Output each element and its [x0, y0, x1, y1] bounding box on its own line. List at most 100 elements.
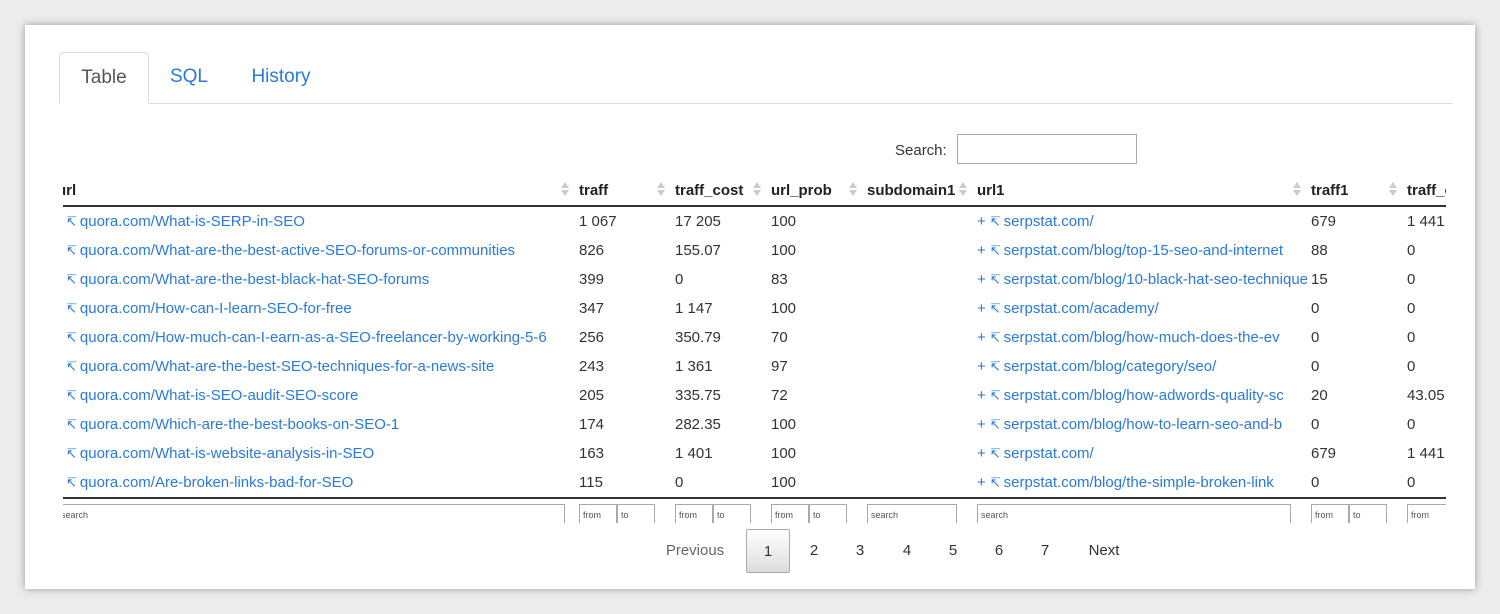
column-header-traff1[interactable]: traff1	[1307, 175, 1403, 207]
expand-plus-icon[interactable]: +	[977, 300, 986, 317]
cell-traff: 174	[575, 410, 671, 439]
url1-link[interactable]: serpstat.com/blog/top-15-seo-and-interne…	[1004, 242, 1283, 259]
expand-plus-icon[interactable]: +	[977, 474, 986, 491]
external-link-icon[interactable]: ↸	[66, 301, 77, 316]
external-link-icon[interactable]: ↸	[66, 417, 77, 432]
url-filter-input[interactable]	[63, 504, 565, 523]
url-link[interactable]: quora.com/What-is-SERP-in-SEO	[80, 213, 305, 230]
expand-plus-icon[interactable]: +	[977, 358, 986, 375]
external-link-icon[interactable]: ↸	[66, 330, 77, 345]
column-header-url[interactable]: url	[63, 175, 575, 207]
url-link[interactable]: quora.com/What-are-the-best-SEO-techniqu…	[80, 358, 494, 375]
url-link[interactable]: quora.com/What-are-the-best-active-SEO-f…	[80, 242, 515, 259]
tab-history[interactable]: History	[239, 52, 323, 103]
expand-plus-icon[interactable]: +	[977, 445, 986, 462]
external-link-icon[interactable]: ↸	[66, 475, 77, 490]
sort-icon[interactable]	[1293, 181, 1301, 199]
traff1-to-input[interactable]	[1349, 504, 1387, 523]
cell-value: 350.79	[675, 329, 721, 346]
url-prob-to-input[interactable]	[809, 504, 847, 523]
url1-link[interactable]: serpstat.com/academy/	[1004, 300, 1159, 317]
external-link-icon[interactable]: ↸	[990, 243, 1001, 258]
url-link[interactable]: quora.com/What-is-website-analysis-in-SE…	[80, 445, 374, 462]
table-row: ·↸quora.com/What-is-SERP-in-SEO1 067 17 2…	[63, 206, 1446, 236]
previous-page-button[interactable]: Previous	[653, 529, 737, 573]
page-button-1[interactable]: 1	[746, 529, 790, 573]
expand-plus-icon[interactable]: +	[977, 416, 986, 433]
traff1-from-input[interactable]	[1311, 504, 1349, 523]
cell-value: 205	[579, 387, 605, 404]
table-row: ·↸quora.com/What-are-the-best-active-SEO…	[63, 236, 1446, 265]
traff-from-input[interactable]	[579, 504, 617, 523]
sort-icon[interactable]	[1389, 181, 1397, 199]
expand-plus-icon[interactable]: +	[977, 242, 986, 259]
external-link-icon[interactable]: ↸	[66, 388, 77, 403]
expand-plus-icon[interactable]: +	[977, 271, 986, 288]
url-link[interactable]: quora.com/How-can-I-learn-SEO-for-free	[80, 300, 352, 317]
column-header-url1[interactable]: url1	[973, 175, 1307, 207]
traff-to-input[interactable]	[617, 504, 655, 523]
url-prob-from-input[interactable]	[771, 504, 809, 523]
subdomain1-filter-input[interactable]	[867, 504, 957, 523]
external-link-icon[interactable]: ↸	[990, 388, 1001, 403]
column-header-traff-c[interactable]: traff_c	[1403, 175, 1446, 207]
external-link-icon[interactable]: ↸	[66, 446, 77, 461]
page-button-5[interactable]: 5	[934, 529, 972, 573]
external-link-icon[interactable]: ↸	[66, 359, 77, 374]
sort-icon[interactable]	[959, 181, 967, 199]
url1-link[interactable]: serpstat.com/blog/category/seo/	[1004, 358, 1217, 375]
sort-icon[interactable]	[753, 181, 761, 199]
next-page-button[interactable]: Next	[1079, 529, 1129, 573]
sort-icon[interactable]	[561, 181, 569, 199]
external-link-icon[interactable]: ↸	[990, 417, 1001, 432]
url-link[interactable]: quora.com/What-is-SEO-audit-SEO-score	[80, 387, 358, 404]
cell-value: 70	[771, 329, 788, 346]
search-input[interactable]	[957, 134, 1137, 164]
page-button-7[interactable]: 7	[1026, 529, 1064, 573]
external-link-icon[interactable]: ↸	[990, 272, 1001, 287]
url1-link[interactable]: serpstat.com/	[1004, 213, 1094, 230]
external-link-icon[interactable]: ↸	[66, 214, 77, 229]
traff-c-from-input[interactable]	[1407, 504, 1446, 523]
url1-filter-input[interactable]	[977, 504, 1291, 523]
sort-icon[interactable]	[849, 181, 857, 199]
url1-link[interactable]: serpstat.com/blog/how-much-does-the-ev	[1004, 329, 1280, 346]
tab-table[interactable]: Table	[59, 52, 149, 104]
page-button-2[interactable]: 2	[795, 529, 833, 573]
cell-traff1: 679	[1307, 439, 1403, 468]
tab-sql[interactable]: SQL	[155, 52, 223, 103]
column-header-url-prob[interactable]: url_prob	[767, 175, 863, 207]
column-header-traff-cost[interactable]: traff_cost	[671, 175, 767, 207]
external-link-icon[interactable]: ↸	[990, 475, 1001, 490]
expand-plus-icon[interactable]: +	[977, 387, 986, 404]
external-link-icon[interactable]: ↸	[990, 214, 1001, 229]
url-link[interactable]: quora.com/How-much-can-I-earn-as-a-SEO-f…	[80, 329, 547, 346]
url-link[interactable]: quora.com/Are-broken-links-bad-for-SEO	[80, 474, 353, 491]
external-link-icon[interactable]: ↸	[66, 272, 77, 287]
url1-link[interactable]: serpstat.com/	[1004, 445, 1094, 462]
traff-cost-to-input[interactable]	[713, 504, 751, 523]
cell-traff: 347	[575, 294, 671, 323]
page-button-3[interactable]: 3	[841, 529, 879, 573]
external-link-icon[interactable]: ↸	[990, 359, 1001, 374]
url1-link[interactable]: serpstat.com/blog/how-adwords-quality-sc	[1004, 387, 1284, 404]
url-link[interactable]: quora.com/Which-are-the-best-books-on-SE…	[80, 416, 399, 433]
expand-plus-icon[interactable]: +	[977, 329, 986, 346]
external-link-icon[interactable]: ↸	[990, 330, 1001, 345]
external-link-icon[interactable]: ↸	[990, 301, 1001, 316]
page-button-4[interactable]: 4	[888, 529, 926, 573]
cell-url-prob: 97	[767, 352, 863, 381]
url-link[interactable]: quora.com/What-are-the-best-black-hat-SE…	[80, 271, 429, 288]
external-link-icon[interactable]: ↸	[66, 243, 77, 258]
url1-link[interactable]: serpstat.com/blog/how-to-learn-seo-and-b	[1004, 416, 1282, 433]
column-header-subdomain1[interactable]: subdomain1	[863, 175, 973, 207]
sort-icon[interactable]	[657, 181, 665, 199]
external-link-icon[interactable]: ↸	[990, 446, 1001, 461]
url1-link[interactable]: serpstat.com/blog/10-black-hat-seo-techn…	[1004, 271, 1307, 288]
cell-value: 17 205	[675, 213, 721, 230]
page-button-6[interactable]: 6	[980, 529, 1018, 573]
expand-plus-icon[interactable]: +	[977, 213, 986, 230]
column-header-traff[interactable]: traff	[575, 175, 671, 207]
traff-cost-from-input[interactable]	[675, 504, 713, 523]
url1-link[interactable]: serpstat.com/blog/the-simple-broken-link	[1004, 474, 1274, 491]
